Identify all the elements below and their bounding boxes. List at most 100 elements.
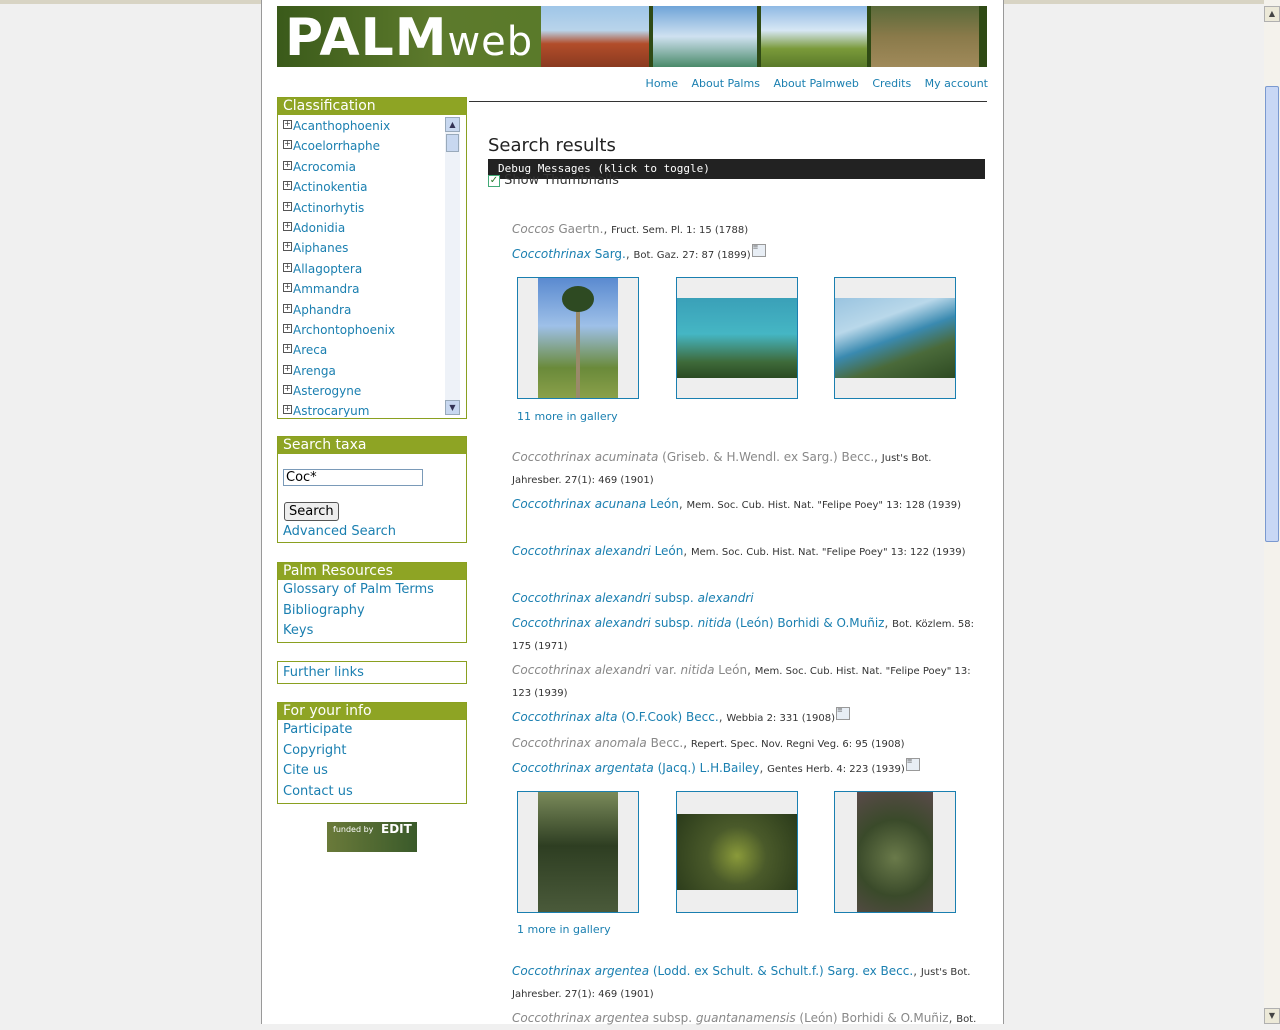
show-thumbnails-toggle[interactable]: ✓ Show Thumbnails (488, 173, 619, 188)
scroll-down-icon[interactable]: ▼ (445, 400, 460, 415)
genus-link[interactable]: Astrocaryum (293, 404, 369, 417)
classification-item[interactable]: + Areca (278, 340, 444, 360)
nav-about-palms[interactable]: About Palms (692, 77, 760, 90)
result-row[interactable]: Coccothrinax alta (O.F.Cook) Becc., Webb… (512, 707, 982, 729)
thumbnail-fruits[interactable] (676, 791, 798, 913)
result-row[interactable]: Coccothrinax alexandri subsp. alexandri (512, 588, 982, 609)
scroll-down-icon[interactable]: ▼ (1264, 1008, 1280, 1024)
participate-link[interactable]: Participate (278, 720, 466, 741)
genus-link[interactable]: Archontophoenix (293, 323, 395, 337)
nav-about-palmweb[interactable]: About Palmweb (773, 77, 858, 90)
genus-link[interactable]: Acoelorrhaphe (293, 139, 380, 153)
expand-icon[interactable]: + (283, 221, 292, 231)
result-row[interactable]: Coccothrinax acunana León, Mem. Soc. Cub… (512, 494, 982, 516)
taxon-name[interactable]: Coccothrinax alta (512, 710, 617, 724)
expand-icon[interactable]: + (283, 160, 292, 170)
expand-icon[interactable]: + (283, 140, 292, 150)
genus-link[interactable]: Adonidia (293, 221, 345, 235)
thumbnail-coast[interactable] (676, 277, 798, 399)
description-icon[interactable]: ≡ (836, 707, 850, 720)
genus-link[interactable]: Actinorhytis (293, 201, 364, 215)
contact-us-link[interactable]: Contact us (278, 782, 466, 803)
funded-by-edit-logo[interactable]: funded by EDIT (327, 822, 417, 852)
search-input[interactable] (283, 469, 423, 486)
genus-link[interactable]: Asterogyne (293, 384, 361, 398)
genus-link[interactable]: Ammandra (293, 282, 359, 296)
palmweb-logo[interactable]: PALMweb (277, 6, 541, 67)
genus-link[interactable]: Acanthophoenix (293, 119, 390, 133)
classification-item[interactable]: + Actinokentia (278, 177, 444, 197)
nav-home[interactable]: Home (646, 77, 678, 90)
cite-us-link[interactable]: Cite us (278, 761, 466, 782)
expand-icon[interactable]: + (283, 405, 292, 415)
classification-item[interactable]: + Arenga (278, 361, 444, 381)
classification-item[interactable]: + Archontophoenix (278, 320, 444, 340)
expand-icon[interactable]: + (283, 344, 292, 354)
result-row[interactable]: Coccothrinax argentea subsp. guantanamen… (512, 1008, 982, 1030)
result-row[interactable]: Coccothrinax argentea (Lodd. ex Schult. … (512, 961, 982, 1005)
classification-list[interactable]: + Acanthophoenix + Acoelorrhaphe + Acrocomia +… (278, 116, 444, 417)
nav-my-account[interactable]: My account (925, 77, 988, 90)
classification-item[interactable]: + Asterogyne (278, 381, 444, 401)
classification-item[interactable]: + Adonidia (278, 218, 444, 238)
thumbnail-shrub[interactable] (834, 791, 956, 913)
taxon-name[interactable]: Coccothrinax alexandri (512, 591, 651, 605)
classification-item[interactable]: + Actinorhytis (278, 198, 444, 218)
genus-link[interactable]: Aiphanes (293, 241, 348, 255)
page-scrollbar[interactable]: ▲ ▼ (1264, 0, 1280, 1024)
further-links[interactable]: Further links (278, 662, 466, 683)
classification-item[interactable]: + Astrocaryum (278, 401, 444, 417)
expand-icon[interactable]: + (283, 323, 292, 333)
scroll-thumb[interactable] (446, 134, 459, 152)
genus-link[interactable]: Aphandra (293, 303, 351, 317)
result-row[interactable]: Coccothrinax acuminata (Griseb. & H.Wend… (512, 447, 982, 491)
description-icon[interactable]: ≡ (905, 758, 920, 771)
classification-scrollbar[interactable]: ▲ ▼ (445, 117, 460, 415)
result-row[interactable]: Coccothrinax alexandri subsp. nitida (Le… (512, 613, 982, 657)
classification-item[interactable]: + Acrocomia (278, 157, 444, 177)
taxon-name[interactable]: Coccothrinax (512, 247, 591, 261)
gallery-more-link-1[interactable]: 11 more in gallery (517, 410, 618, 423)
expand-icon[interactable]: + (283, 201, 292, 211)
scroll-up-icon[interactable]: ▲ (1264, 6, 1280, 22)
taxon-name[interactable]: Coccothrinax acunana (512, 497, 646, 511)
result-row[interactable]: Coccothrinax argentata (Jacq.) L.H.Baile… (512, 758, 982, 780)
glossary-link[interactable]: Glossary of Palm Terms (278, 580, 466, 601)
classification-item[interactable]: + Allagoptera (278, 259, 444, 279)
classification-item[interactable]: + Acanthophoenix (278, 116, 444, 136)
expand-icon[interactable]: + (283, 364, 292, 374)
genus-link[interactable]: Arenga (293, 364, 336, 378)
classification-item[interactable]: + Aphandra (278, 300, 444, 320)
page-scroll-thumb[interactable] (1265, 86, 1279, 542)
keys-link[interactable]: Keys (278, 621, 466, 642)
genus-link[interactable]: Allagoptera (293, 262, 362, 276)
expand-icon[interactable]: + (283, 262, 292, 272)
genus-link[interactable]: Actinokentia (293, 180, 367, 194)
gallery-more-link-2[interactable]: 1 more in gallery (517, 923, 611, 936)
site-banner[interactable]: PALMweb (277, 6, 987, 67)
thumbnail-hillside[interactable] (834, 277, 956, 399)
result-row[interactable]: Coccothrinax alexandri var. nitida León,… (512, 660, 982, 704)
description-icon[interactable]: ≡ (751, 244, 766, 257)
result-row[interactable]: Coccos Gaertn., Fruct. Sem. Pl. 1: 15 (1… (512, 219, 982, 241)
result-row[interactable]: Coccothrinax alexandri León, Mem. Soc. C… (512, 541, 982, 563)
search-button[interactable]: Search (284, 502, 339, 521)
advanced-search-link[interactable]: Advanced Search (283, 524, 396, 539)
result-row[interactable]: Coccothrinax anomala Becc., Repert. Spec… (512, 733, 982, 755)
taxon-name[interactable]: Coccothrinax alexandri (512, 616, 651, 630)
nav-credits[interactable]: Credits (872, 77, 911, 90)
thumbnail-palm-tree[interactable] (517, 277, 639, 399)
expand-icon[interactable]: + (283, 385, 292, 395)
expand-icon[interactable]: + (283, 303, 292, 313)
copyright-link[interactable]: Copyright (278, 741, 466, 762)
taxon-name[interactable]: Coccothrinax alexandri (512, 544, 651, 558)
checkbox-checked-icon[interactable]: ✓ (488, 174, 500, 187)
classification-item[interactable]: + Acoelorrhaphe (278, 136, 444, 156)
bibliography-link[interactable]: Bibliography (278, 601, 466, 622)
result-row[interactable]: Coccothrinax Sarg., Bot. Gaz. 27: 87 (18… (512, 244, 982, 266)
expand-icon[interactable]: + (283, 181, 292, 191)
scroll-up-icon[interactable]: ▲ (445, 117, 460, 132)
taxon-name[interactable]: Coccothrinax argentea (512, 964, 649, 978)
thumbnail-fronds[interactable] (517, 791, 639, 913)
genus-link[interactable]: Acrocomia (293, 160, 356, 174)
